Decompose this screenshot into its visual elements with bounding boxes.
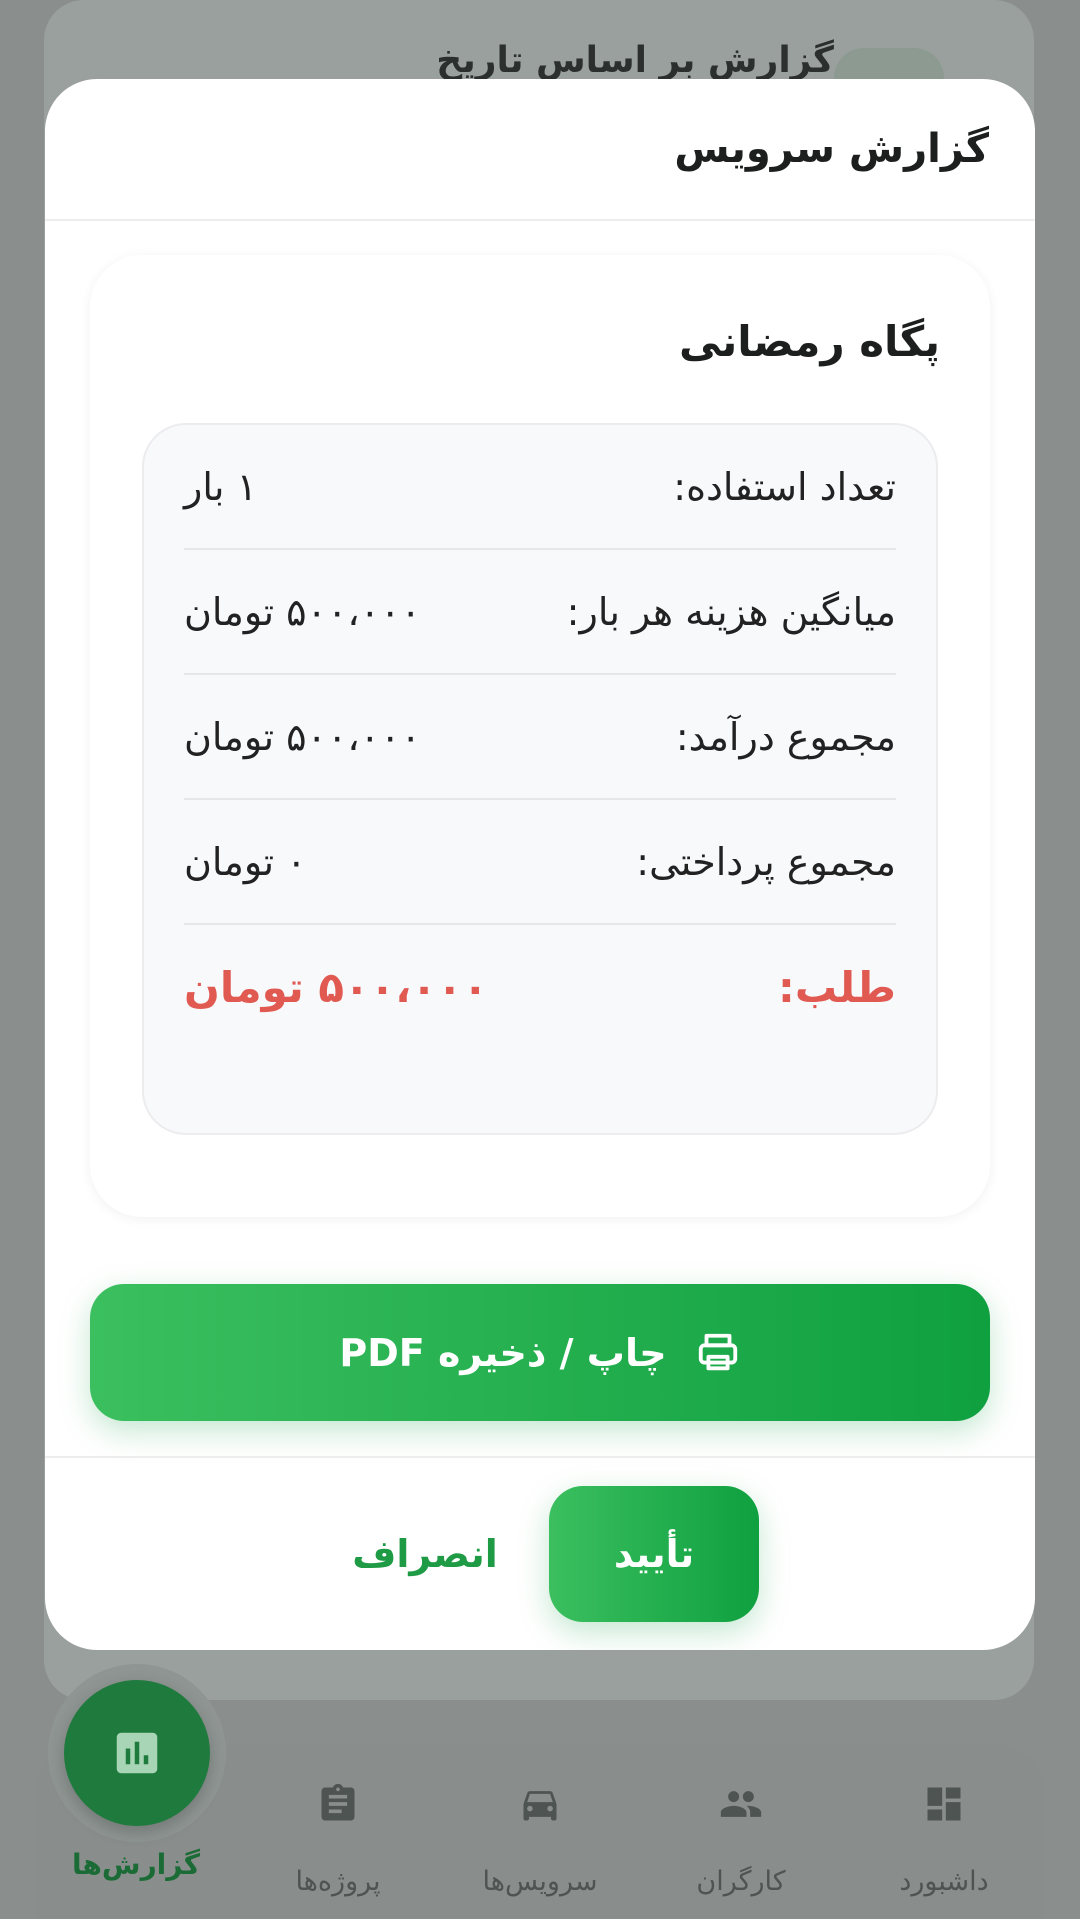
report-person-name: پگاه رمضانی [679, 317, 940, 366]
report-card: پگاه رمضانی تعداد استفاده: ۱ بار میانگین… [90, 255, 990, 1217]
stat-label: تعداد استفاده: [673, 464, 896, 509]
cancel-button[interactable]: انصراف [345, 1486, 505, 1622]
nav-label: کارگران [696, 1866, 786, 1897]
stat-row-usage-count: تعداد استفاده: ۱ بار [184, 425, 896, 550]
stat-value: ۰ تومان [184, 839, 307, 884]
car-icon [523, 1791, 557, 1821]
print-button-label: چاپ / ذخیره PDF [339, 1330, 667, 1375]
stat-value: ۱ بار [184, 464, 258, 509]
dialog-title: گزارش سرویس [674, 126, 989, 172]
stat-label: میانگین هزینه هر بار: [566, 589, 896, 634]
bar-chart-icon [116, 1732, 158, 1774]
stat-row-balance: طلب: ۵۰۰،۰۰۰ تومان [184, 925, 896, 1050]
stat-row-total-income: مجموع درآمد: ۵۰۰،۰۰۰ تومان [184, 675, 896, 800]
stat-row-total-paid: مجموع پرداختی: ۰ تومان [184, 800, 896, 925]
printer-icon [698, 1333, 737, 1370]
nav-label: داشبورد [899, 1866, 989, 1897]
clipboard-icon [321, 1783, 355, 1821]
stat-label: مجموع پرداختی: [636, 839, 896, 884]
stat-value: ۵۰۰،۰۰۰ تومان [184, 714, 421, 759]
dialog-divider [45, 1456, 1035, 1458]
stat-row-average-cost: میانگین هزینه هر بار: ۵۰۰،۰۰۰ تومان [184, 550, 896, 675]
background-title: گزارش بر اساس تاریخ [436, 40, 834, 81]
dashboard-icon [927, 1787, 961, 1821]
stats-box: تعداد استفاده: ۱ بار میانگین هزینه هر با… [142, 423, 938, 1135]
dialog-header: گزارش سرویس [45, 79, 1035, 221]
stat-label: مجموع درآمد: [675, 714, 896, 759]
nav-item-dashboard[interactable]: داشبورد [844, 1744, 1044, 1919]
balance-label: طلب: [778, 963, 896, 1012]
nav-item-services[interactable]: سرویس‌ها [440, 1744, 640, 1919]
nav-label: پروژه‌ها [295, 1866, 381, 1897]
service-report-dialog: گزارش سرویس پگاه رمضانی تعداد استفاده: ۱… [45, 79, 1035, 1650]
print-save-pdf-button[interactable]: چاپ / ذخیره PDF [90, 1284, 990, 1421]
confirm-button[interactable]: تأیید [549, 1486, 759, 1622]
balance-value: ۵۰۰،۰۰۰ تومان [184, 963, 489, 1012]
people-icon [720, 1791, 762, 1817]
stat-value: ۵۰۰،۰۰۰ تومان [184, 589, 421, 634]
nav-label-reports: گزارش‌ها [72, 1848, 200, 1881]
nav-item-projects[interactable]: پروژه‌ها [238, 1744, 438, 1919]
nav-item-reports[interactable] [64, 1680, 210, 1826]
nav-item-workers[interactable]: کارگران [641, 1744, 841, 1919]
nav-label: سرویس‌ها [482, 1866, 598, 1897]
